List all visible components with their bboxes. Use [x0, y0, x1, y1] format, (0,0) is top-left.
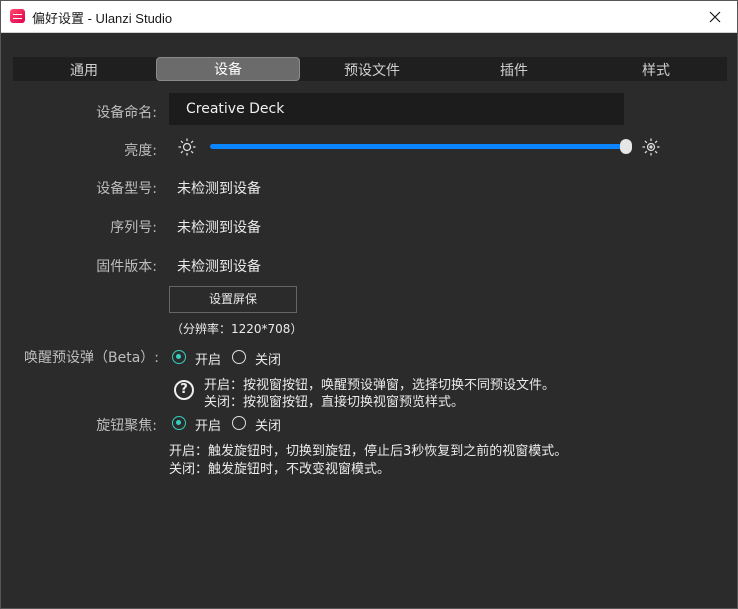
ulanzi-app-icon — [10, 9, 25, 23]
brightness-label: 亮度: — [124, 143, 157, 159]
resolution-text: （分辨率：1220*708） — [171, 322, 303, 336]
serial-number-label: 序列号: — [110, 220, 157, 236]
device-model-value: 未检测到设备 — [177, 181, 261, 197]
device-model-label: 设备型号: — [96, 181, 157, 197]
set-screensaver-button[interactable]: 设置屏保 — [169, 286, 297, 313]
tab-plugins[interactable]: 插件 — [443, 59, 585, 83]
firmware-version-value: 未检测到设备 — [177, 259, 261, 275]
brightness-low-icon — [178, 138, 196, 156]
knob-focus-desc-off: 关闭：触发旋钮时，不改变视窗模式。 — [169, 462, 391, 477]
knob-focus-on-radio[interactable] — [172, 416, 186, 430]
wake-popup-desc-off: 关闭：按视窗按钮，直接切换视窗预览样式。 — [204, 395, 465, 410]
tab-styles[interactable]: 样式 — [585, 59, 727, 83]
window-title: 偏好设置 - Ulanzi Studio — [32, 11, 173, 26]
knob-focus-off-radio[interactable] — [232, 416, 246, 430]
help-icon[interactable]: ? — [174, 380, 194, 400]
wake-popup-off-label[interactable]: 关闭 — [255, 349, 281, 368]
tab-general[interactable]: 通用 — [13, 59, 155, 83]
tab-device[interactable]: 设备 — [156, 57, 300, 81]
wake-popup-on-radio[interactable] — [172, 350, 186, 364]
wake-popup-on-label[interactable]: 开启 — [195, 349, 221, 368]
title-bar: 偏好设置 - Ulanzi Studio — [1, 1, 737, 33]
wake-popup-label: 唤醒预设弹（Beta）: — [23, 350, 159, 366]
knob-focus-off-label[interactable]: 关闭 — [255, 415, 281, 434]
brightness-high-icon — [642, 138, 660, 156]
firmware-version-label: 固件版本: — [96, 259, 157, 275]
tab-bar: 通用 设备 预设文件 插件 样式 — [13, 57, 727, 81]
brightness-slider-track[interactable] — [210, 144, 628, 149]
wake-popup-off-radio[interactable] — [232, 350, 246, 364]
close-button[interactable] — [693, 1, 737, 32]
knob-focus-label: 旋钮聚焦: — [96, 418, 157, 434]
device-name-input[interactable] — [169, 93, 624, 125]
close-icon — [709, 11, 721, 22]
knob-focus-on-label[interactable]: 开启 — [195, 415, 221, 434]
preferences-window: 偏好设置 - Ulanzi Studio 通用 设备 预设文件 插件 样式 设备… — [0, 0, 738, 609]
brightness-slider-thumb[interactable] — [620, 139, 632, 154]
knob-focus-desc-on: 开启：触发旋钮时，切换到旋钮，停止后3秒恢复到之前的视窗模式。 — [169, 444, 568, 459]
serial-number-value: 未检测到设备 — [177, 220, 261, 236]
tab-presets[interactable]: 预设文件 — [301, 59, 443, 83]
device-name-label: 设备命名: — [96, 105, 157, 121]
